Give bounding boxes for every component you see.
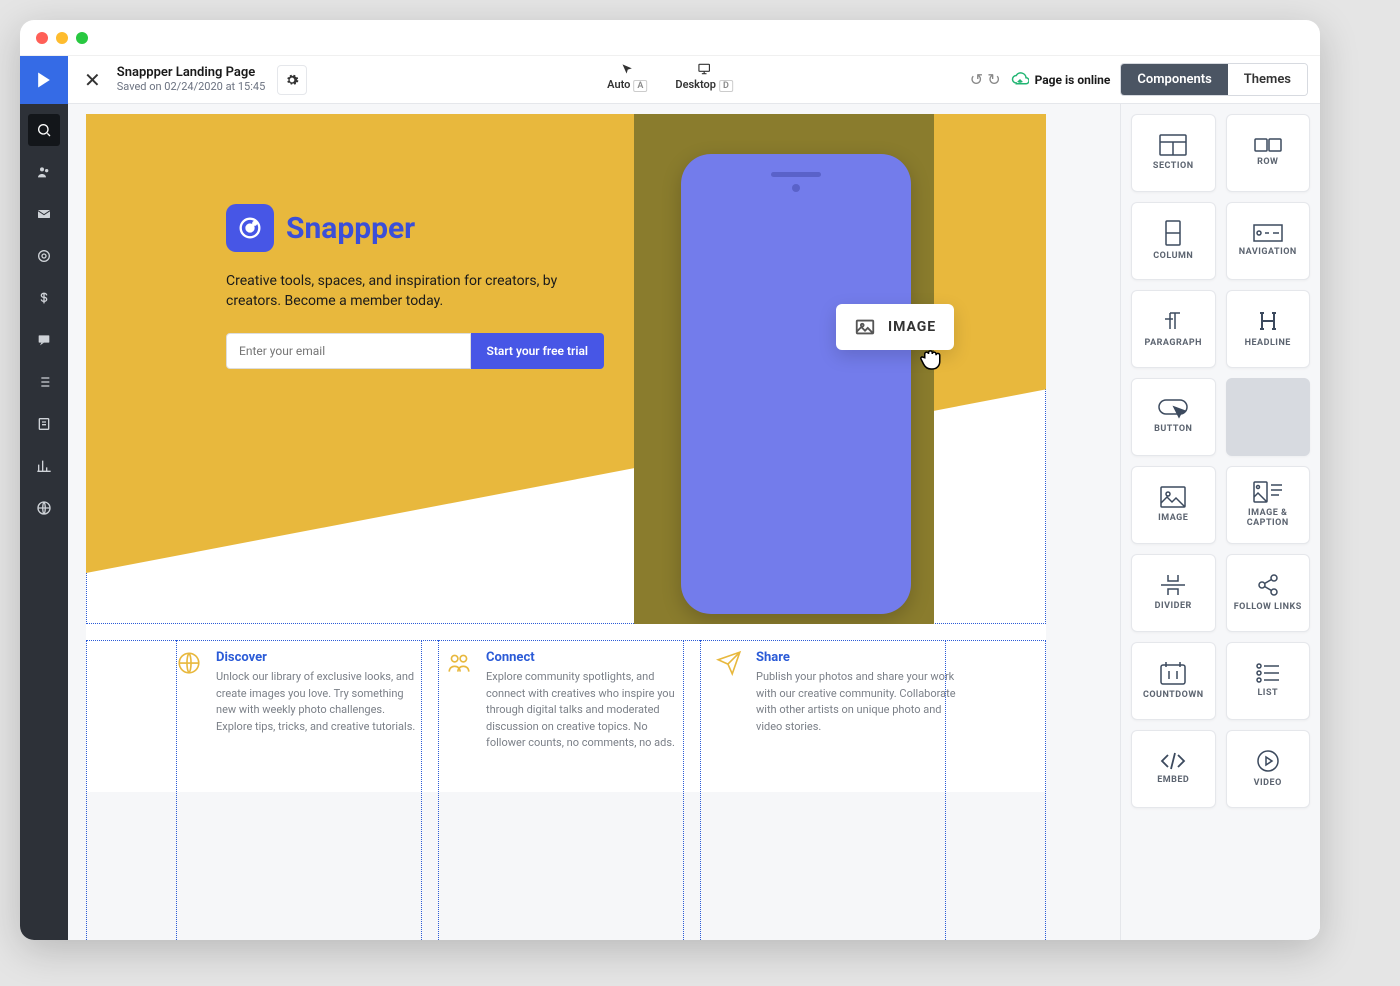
hero-description: Creative tools, spaces, and inspiration … — [226, 272, 606, 311]
component-image-dragging[interactable] — [1226, 378, 1311, 456]
search-icon[interactable] — [28, 114, 60, 146]
component-divider[interactable]: DIVIDER — [1131, 554, 1216, 632]
mode-auto-label: Auto — [607, 78, 630, 91]
component-label: IMAGE & CAPTION — [1227, 509, 1310, 529]
mode-desktop-label: Desktop — [675, 78, 716, 91]
component-label: SECTION — [1153, 162, 1194, 172]
settings-button[interactable] — [277, 65, 307, 95]
page-status: Page is online — [1011, 71, 1111, 89]
window-titlebar — [20, 20, 1320, 56]
canvas[interactable]: Snappper Creative tools, spaces, and ins… — [86, 114, 1046, 792]
component-label: BUTTON — [1154, 425, 1192, 435]
component-section[interactable]: SECTION — [1131, 114, 1216, 192]
window-min-dot[interactable] — [56, 32, 68, 44]
doc-icon[interactable] — [28, 408, 60, 440]
target-icon[interactable] — [28, 240, 60, 272]
component-label: NAVIGATION — [1239, 248, 1297, 258]
left-sidebar — [20, 104, 68, 940]
component-label: COUNTDOWN — [1143, 691, 1204, 701]
globe-icon[interactable] — [28, 492, 60, 524]
component-headline[interactable]: HEADLINE — [1226, 290, 1311, 368]
component-paragraph[interactable]: PARAGRAPH — [1131, 290, 1216, 368]
phone-mockup — [681, 154, 911, 614]
components-panel: SECTION ROW COLUMN NAVIGATION PARAGRAPH HEADL… — [1120, 104, 1320, 940]
chart-icon[interactable] — [28, 450, 60, 482]
component-label: FOLLOW LINKS — [1234, 603, 1302, 613]
component-embed[interactable]: EMBED — [1131, 730, 1216, 808]
tab-components[interactable]: Components — [1121, 64, 1227, 95]
feature-body: Explore community spotlights, and connec… — [486, 669, 686, 752]
window-close-dot[interactable] — [36, 32, 48, 44]
mode-desktop[interactable]: DesktopD — [675, 62, 732, 91]
brand-name: Snappper — [286, 211, 415, 246]
feature-body: Publish your photos and share your work … — [756, 669, 956, 735]
feature-title: Discover — [216, 650, 416, 665]
component-label: VIDEO — [1254, 779, 1282, 789]
component-navigation[interactable]: NAVIGATION — [1226, 202, 1311, 280]
contacts-icon[interactable] — [28, 156, 60, 188]
component-image[interactable]: IMAGE — [1131, 466, 1216, 544]
undo-button[interactable]: ↺ — [970, 70, 983, 89]
redo-button[interactable]: ↻ — [987, 70, 1000, 89]
page-title: Snappper Landing Page — [117, 66, 266, 81]
feature-title: Share — [756, 650, 956, 665]
close-page-button[interactable]: ✕ — [80, 64, 105, 96]
component-label: LIST — [1257, 689, 1278, 699]
app-logo[interactable] — [20, 56, 68, 104]
mode-desktop-key: D — [719, 80, 733, 92]
component-follow-links[interactable]: FOLLOW LINKS — [1226, 554, 1311, 632]
mode-auto[interactable]: AutoA — [607, 62, 647, 91]
feature-connect: Connect Explore community spotlights, and… — [446, 650, 686, 752]
component-label: PARAGRAPH — [1145, 339, 1202, 349]
component-label: IMAGE — [1158, 514, 1188, 524]
component-label: EMBED — [1157, 776, 1189, 786]
feature-share: Share Publish your photos and share your … — [716, 650, 956, 752]
component-label: ROW — [1257, 158, 1278, 168]
list-icon[interactable] — [28, 366, 60, 398]
page-saved-text: Saved on 02/24/2020 at 15:45 — [117, 81, 266, 94]
component-video[interactable]: VIDEO — [1226, 730, 1311, 808]
window-max-dot[interactable] — [76, 32, 88, 44]
component-column[interactable]: COLUMN — [1131, 202, 1216, 280]
component-label: DIVIDER — [1155, 602, 1192, 612]
brand-logo-icon — [226, 204, 274, 252]
component-countdown[interactable]: COUNTDOWN — [1131, 642, 1216, 720]
tab-themes[interactable]: Themes — [1228, 64, 1307, 95]
component-label: COLUMN — [1153, 252, 1193, 262]
feature-body: Unlock our library of exclusive looks, a… — [216, 669, 416, 735]
component-list[interactable]: LIST — [1226, 642, 1311, 720]
cta-button[interactable]: Start your free trial — [471, 333, 604, 369]
email-input[interactable] — [226, 333, 471, 369]
chat-icon[interactable] — [28, 324, 60, 356]
mail-icon[interactable] — [28, 198, 60, 230]
component-image-caption[interactable]: IMAGE & CAPTION — [1226, 466, 1311, 544]
drag-chip-label: IMAGE — [888, 319, 936, 335]
component-label: HEADLINE — [1245, 339, 1291, 349]
grab-cursor-icon — [916, 344, 946, 380]
feature-discover: Discover Unlock our library of exclusive … — [176, 650, 416, 752]
dollar-icon[interactable] — [28, 282, 60, 314]
mode-auto-key: A — [633, 80, 647, 92]
feature-title: Connect — [486, 650, 686, 665]
component-button[interactable]: BUTTON — [1131, 378, 1216, 456]
component-row[interactable]: ROW — [1226, 114, 1311, 192]
